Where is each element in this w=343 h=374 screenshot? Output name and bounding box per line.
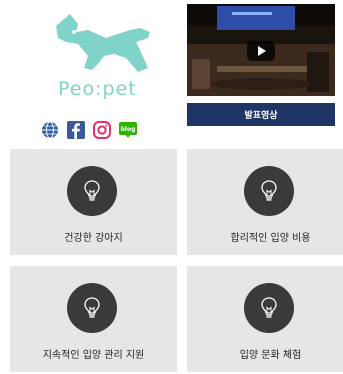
feature-card-label: 지속적인 입양 관리 지원 (42, 350, 145, 361)
logo-text: Peo:pet (58, 78, 137, 100)
feature-card-label: 합리적인 입양 비용 (230, 233, 311, 244)
video-caption: 발표영상 (244, 111, 278, 121)
feature-card-ongoing-support[interactable]: 지속적인 입양 관리 지원 (10, 266, 177, 372)
logo[interactable]: Peo:pet (40, 6, 165, 106)
facebook-icon[interactable] (66, 120, 86, 140)
lightbulb-icon (67, 166, 117, 216)
feature-card-adoption-cost[interactable]: 합리적인 입양 비용 (187, 149, 343, 255)
social-links: blog (40, 119, 138, 141)
dog-hand-logo-icon (56, 14, 150, 72)
header-area: Peo:pet blog 발표영상 (0, 0, 343, 140)
feature-card-healthy-puppy[interactable]: 건강한 강아지 (10, 149, 177, 255)
svg-text:blog: blog (121, 126, 136, 133)
lightbulb-icon (244, 166, 294, 216)
video-player[interactable] (187, 4, 335, 96)
lightbulb-icon (244, 283, 294, 333)
video-caption-bar[interactable]: 발표영상 (187, 103, 335, 126)
lightbulb-icon (67, 283, 117, 333)
feature-card-label: 입양 문화 체험 (239, 350, 302, 361)
play-button[interactable] (247, 41, 275, 61)
globe-icon[interactable] (40, 120, 60, 140)
feature-card-label: 건강한 강아지 (64, 233, 123, 244)
play-icon (258, 46, 266, 56)
instagram-icon[interactable] (92, 120, 112, 140)
feature-card-culture-experience[interactable]: 입양 문화 체험 (187, 266, 343, 372)
blog-icon[interactable]: blog (118, 120, 138, 140)
